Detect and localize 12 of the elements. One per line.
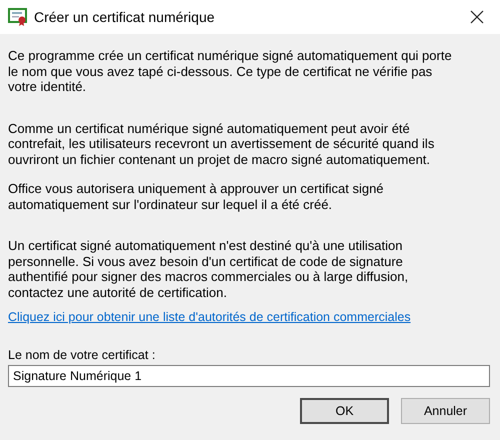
cancel-button[interactable]: Annuler — [401, 398, 490, 424]
description-paragraph: Un certificat signé automatiquement n'est destiné qu'à une utilisation personnelle. Si vous avez besoin d'un certificat de code de signature authentifié pour signer des macros commerciales ou à large diffusion, contactez une autorité de certification. — [8, 238, 410, 300]
certification-authorities-link[interactable]: Cliquez ici pour obtenir une liste d'autorités de certification commerciales — [8, 310, 411, 324]
description-paragraph: Ce programme crée un certificat numérique signé automatiquement qui porte le nom que vous avez tapé ci-dessous. Ce type de certificat ne vérifie pas votre identité. — [8, 48, 453, 94]
certificate-icon — [8, 8, 28, 26]
description-paragraph: Office vous autorisera uniquement à approuver un certificat signé automatiquement sur l'ordinateur sur lequel il a été créé. — [8, 181, 385, 212]
window-title: Créer un certificat numérique — [34, 9, 216, 25]
field-label: Le nom de votre certificat : — [8, 348, 156, 362]
certificate-name-field[interactable]: Signature Numérique 1 — [8, 365, 490, 387]
close-icon[interactable] — [470, 10, 484, 24]
ok-button[interactable]: OK — [300, 398, 389, 424]
description-paragraph: Comme un certificat numérique signé automatiquement peut avoir été contrefait, les utilisateurs recevront un avertissement de sécurité quand ils ouvriront un fichier contenant un projet de macro signé automatiquement. — [8, 120, 436, 167]
